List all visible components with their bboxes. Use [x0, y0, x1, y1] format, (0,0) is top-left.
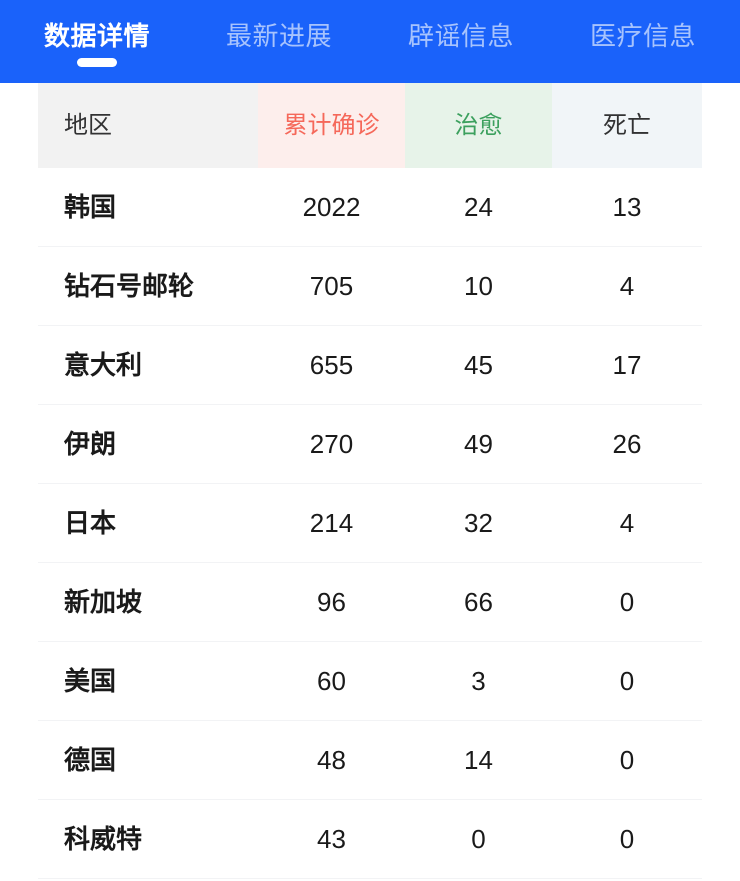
tab-label: 最新进展 [225, 20, 332, 51]
tab-label: 数据详情 [43, 20, 150, 51]
cell-dead: 0 [619, 666, 635, 696]
active-tab-indicator [77, 57, 117, 67]
table-row[interactable]: 日本 214 32 4 [38, 484, 702, 563]
table-row[interactable]: 意大利 655 45 17 [38, 326, 702, 405]
tab-data-details[interactable]: 数据详情 [6, 20, 188, 67]
table-body: 韩国 2022 24 13 钻石号邮轮 705 10 4 意大利 655 45 … [38, 168, 702, 879]
cell-dead: 13 [612, 192, 642, 222]
cell-cured: 66 [464, 587, 493, 617]
cell-cured: 24 [464, 192, 493, 222]
cell-cured: 49 [464, 429, 493, 459]
table-row[interactable]: 美国 60 3 0 [38, 642, 702, 721]
cell-region: 钻石号邮轮 [64, 271, 195, 301]
cell-confirmed: 43 [317, 824, 346, 854]
cell-dead: 4 [619, 271, 635, 301]
column-header-label: 死亡 [603, 111, 651, 139]
cell-cured: 45 [464, 350, 493, 380]
cell-confirmed: 270 [309, 429, 354, 459]
table-row[interactable]: 德国 48 14 0 [38, 721, 702, 800]
table-header-row: 地区 累计确诊 治愈 死亡 [38, 83, 702, 168]
cell-dead: 0 [619, 824, 635, 854]
table-row[interactable]: 伊朗 270 49 26 [38, 405, 702, 484]
cell-dead: 26 [612, 429, 642, 459]
cell-region: 伊朗 [64, 429, 117, 459]
cell-confirmed: 2022 [302, 192, 361, 222]
cell-confirmed: 48 [317, 745, 346, 775]
cell-region: 美国 [64, 666, 117, 696]
cell-region: 德国 [64, 745, 117, 775]
cell-dead: 0 [619, 745, 635, 775]
tab-medical-info[interactable]: 医疗信息 [552, 21, 734, 63]
tab-latest-progress[interactable]: 最新进展 [188, 21, 370, 63]
column-header-region[interactable]: 地区 [38, 83, 258, 168]
cell-cured: 14 [464, 745, 493, 775]
table-row[interactable]: 新加坡 96 66 0 [38, 563, 702, 642]
table-row[interactable]: 科威特 43 0 0 [38, 800, 702, 879]
column-header-confirmed[interactable]: 累计确诊 [258, 83, 405, 168]
table-row[interactable]: 钻石号邮轮 705 10 4 [38, 247, 702, 326]
tab-label: 医疗信息 [589, 20, 696, 51]
cell-dead: 4 [619, 508, 635, 538]
cell-confirmed: 705 [309, 271, 354, 301]
cell-confirmed: 214 [309, 508, 354, 538]
cell-cured: 10 [464, 271, 493, 301]
column-header-label: 治愈 [454, 111, 503, 139]
tab-label: 辟谣信息 [407, 20, 514, 51]
cell-region: 日本 [64, 508, 117, 538]
cell-region: 新加坡 [64, 587, 143, 617]
column-header-label: 地区 [64, 111, 112, 139]
column-header-dead[interactable]: 死亡 [552, 83, 702, 168]
column-header-cured[interactable]: 治愈 [405, 83, 552, 168]
cell-region: 韩国 [64, 192, 117, 222]
cell-confirmed: 60 [317, 666, 346, 696]
cell-cured: 0 [471, 824, 486, 854]
cell-confirmed: 96 [317, 587, 346, 617]
cell-region: 意大利 [64, 350, 143, 380]
cell-cured: 32 [464, 508, 493, 538]
table-row[interactable]: 韩国 2022 24 13 [38, 168, 702, 247]
cell-dead: 0 [619, 587, 635, 617]
cell-dead: 17 [612, 350, 642, 380]
cell-region: 科威特 [64, 824, 143, 854]
tab-bar: 数据详情 最新进展 辟谣信息 医疗信息 [0, 0, 740, 83]
column-header-label: 累计确诊 [283, 111, 380, 139]
epidemic-data-table: 地区 累计确诊 治愈 死亡 韩国 2022 24 13 钻石号邮轮 705 10… [0, 83, 740, 879]
tab-rumor-debunk[interactable]: 辟谣信息 [370, 21, 552, 63]
cell-cured: 3 [471, 666, 486, 696]
cell-confirmed: 655 [309, 350, 354, 380]
